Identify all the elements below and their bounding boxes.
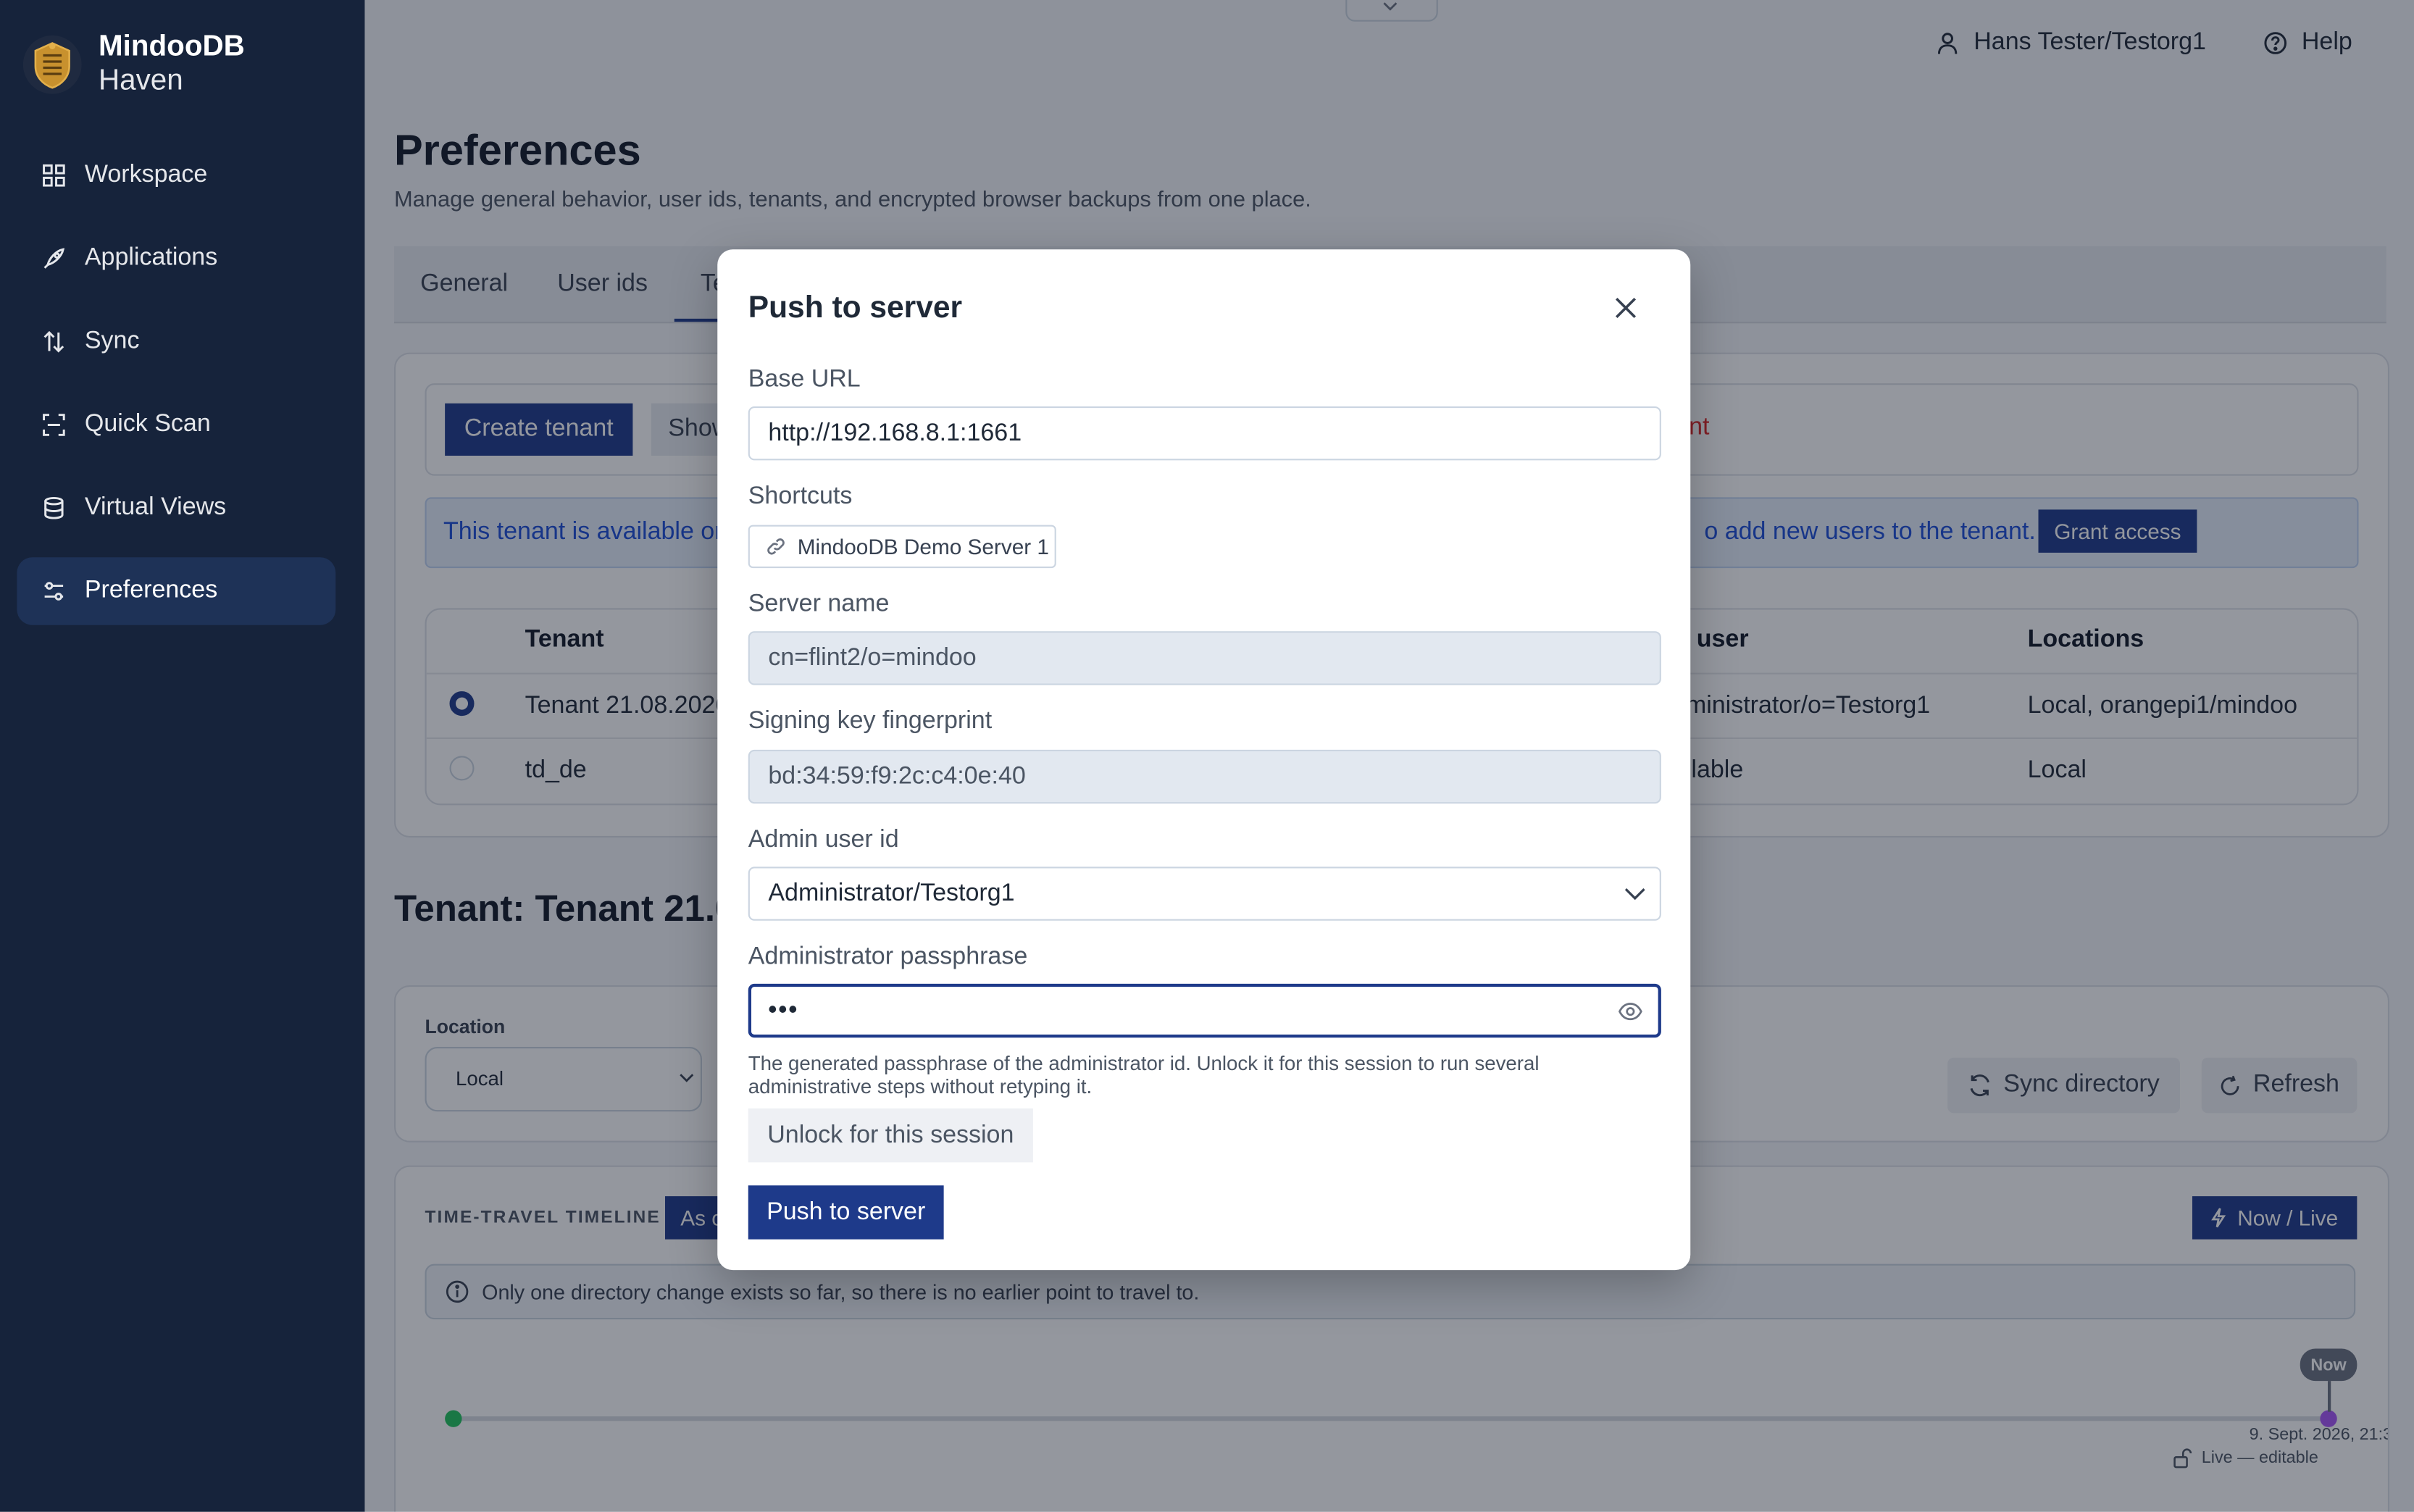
- push-to-server-button[interactable]: Push to server: [748, 1185, 944, 1240]
- sidebar-item-label: Workspace: [84, 162, 208, 188]
- signing-key-fingerprint-field: bd:34:59:f9:2c:c4:0e:40: [748, 749, 1661, 804]
- link-icon: [767, 538, 785, 555]
- unlock-session-button[interactable]: Unlock for this session: [748, 1108, 1033, 1163]
- passphrase-mask: •••: [768, 996, 799, 1024]
- sidebar-item-applications[interactable]: Applications: [17, 225, 335, 293]
- shortcut-label: MindooDB Demo Server 1: [797, 534, 1049, 559]
- brand[interactable]: MindooDB Haven: [22, 31, 245, 99]
- server-name-field: cn=flint2/o=mindoo: [748, 631, 1661, 685]
- fingerprint-value: bd:34:59:f9:2c:c4:0e:40: [768, 762, 1026, 790]
- base-url-label: Base URL: [748, 366, 861, 393]
- fingerprint-label: Signing key fingerprint: [748, 708, 993, 735]
- passphrase-hint: The generated passphrase of the administ…: [748, 1051, 1540, 1098]
- scan-icon: [43, 414, 65, 436]
- sidebar-item-sync[interactable]: Sync: [17, 308, 335, 376]
- sidebar-item-label: Sync: [84, 327, 140, 354]
- arrows-up-down-icon: [43, 330, 64, 353]
- sidebar-item-label: Preferences: [84, 577, 218, 603]
- base-url-input[interactable]: http://192.168.8.1:1661: [748, 406, 1661, 461]
- sidebar-item-virtual-views[interactable]: Virtual Views: [17, 475, 335, 543]
- sidebar-item-label: Virtual Views: [84, 494, 227, 521]
- app-subtitle: Haven: [99, 64, 183, 97]
- dialog-title: Push to server: [748, 291, 963, 325]
- sidebar-item-workspace[interactable]: Workspace: [17, 142, 335, 210]
- sliders-icon: [44, 582, 64, 601]
- database-icon: [44, 496, 64, 519]
- sidebar-item-preferences[interactable]: Preferences: [17, 557, 336, 625]
- app-name: MindooDB: [99, 30, 245, 64]
- admin-user-id-label: Admin user id: [748, 827, 899, 853]
- sidebar-item-label: Quick Scan: [84, 411, 211, 438]
- admin-user-id-select[interactable]: Administrator/Testorg1: [748, 866, 1661, 921]
- sidebar-item-quick-scan[interactable]: Quick Scan: [17, 391, 335, 459]
- base-url-value: http://192.168.8.1:1661: [768, 419, 1022, 446]
- push-to-server-dialog: Push to server Base URL http://192.168.8…: [717, 249, 1691, 1271]
- shortcut-demo-server-button[interactable]: MindooDB Demo Server 1: [748, 525, 1056, 569]
- sidebar-nav: Workspace Applications Sync Quick Scan V…: [17, 142, 336, 641]
- passphrase-input[interactable]: •••: [748, 983, 1661, 1038]
- close-icon[interactable]: [1611, 293, 1642, 324]
- server-name-label: Server name: [748, 591, 890, 618]
- sidebar: MindooDB Haven Workspace Applications Sy…: [0, 0, 365, 1512]
- chevron-down-icon: [1624, 888, 1645, 901]
- shortcuts-label: Shortcuts: [748, 483, 853, 510]
- passphrase-label: Administrator passphrase: [748, 943, 1028, 970]
- mindoodb-logo-icon: [22, 35, 82, 94]
- eye-icon[interactable]: [1618, 1002, 1642, 1021]
- admin-user-id-value: Administrator/Testorg1: [768, 880, 1015, 906]
- server-name-value: cn=flint2/o=mindoo: [768, 644, 977, 671]
- grid-icon: [43, 164, 65, 187]
- sidebar-item-label: Applications: [84, 244, 218, 271]
- rocket-icon: [43, 248, 65, 269]
